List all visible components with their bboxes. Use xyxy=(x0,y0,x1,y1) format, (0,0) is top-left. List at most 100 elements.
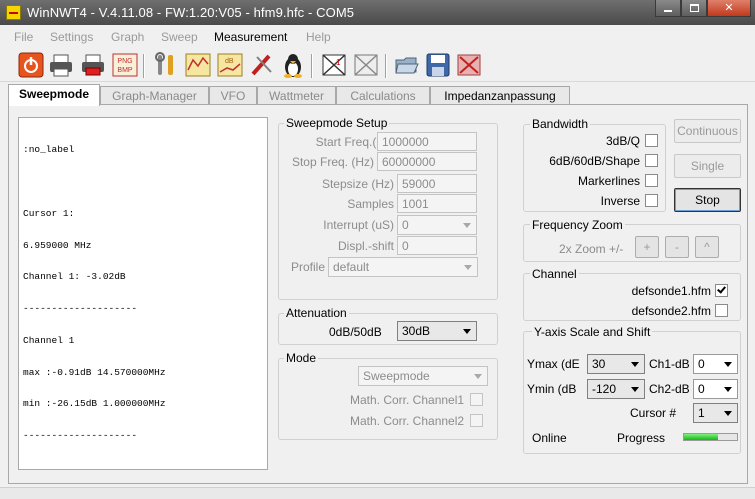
tab-graph-manager[interactable]: Graph-Manager xyxy=(100,86,209,105)
attenuation-select[interactable]: 30dB xyxy=(397,321,477,341)
menu-bar: File Settings Graph Sweep Measurement He… xyxy=(0,27,755,47)
zoom-reset-button[interactable]: ^ xyxy=(695,236,719,258)
interrupt-label: Interrupt (uS) xyxy=(323,218,394,232)
ymin-select[interactable]: -120 xyxy=(587,379,645,399)
close-icon: ✕ xyxy=(724,2,734,14)
tools-icon[interactable] xyxy=(153,52,179,78)
inverse-checkbox[interactable] xyxy=(645,194,658,207)
samples-field[interactable]: 1001 xyxy=(397,194,477,213)
toolbar-separator xyxy=(311,54,313,78)
output-line: Channel 1: -3.02dB xyxy=(23,271,126,283)
db-chart-icon[interactable]: dB xyxy=(217,52,243,78)
calibrate-probe-icon[interactable] xyxy=(353,52,379,78)
chevron-down-icon xyxy=(463,329,471,334)
calibrate-x1-icon[interactable]: 1 xyxy=(321,52,347,78)
linux-penguin-icon[interactable] xyxy=(280,52,306,78)
output-line: max :-0.91dB 14.570000MHz xyxy=(23,366,166,378)
png-bmp-export-icon[interactable]: PNG BMP xyxy=(112,52,138,78)
menu-graph[interactable]: Graph xyxy=(111,30,144,44)
displ-shift-label: Displ.-shift xyxy=(337,239,394,253)
close-button[interactable]: ✕ xyxy=(707,0,751,17)
delete-icon[interactable] xyxy=(456,52,482,78)
power-icon[interactable] xyxy=(18,52,44,78)
maximize-icon xyxy=(689,4,699,12)
save-disk-icon[interactable] xyxy=(425,52,451,78)
stepsize-field[interactable]: 59000 xyxy=(397,174,477,193)
menu-help[interactable]: Help xyxy=(306,30,331,44)
attenuation-label: 0dB/50dB xyxy=(329,325,382,339)
cursor-select[interactable]: 1 xyxy=(693,403,738,423)
chevron-down-icon xyxy=(724,362,732,367)
menu-file[interactable]: File xyxy=(14,30,33,44)
measurement-output[interactable]: :no_label Cursor 1: 6.959000 MHz Channel… xyxy=(18,117,268,470)
tab-calculations[interactable]: Calculations xyxy=(336,86,430,105)
window-title: WinNWT4 - V.4.11.08 - FW:1.20:V05 - hfm9… xyxy=(27,5,355,20)
printer-color-icon[interactable] xyxy=(80,52,106,78)
open-folder-icon[interactable] xyxy=(394,52,420,78)
svg-text:1: 1 xyxy=(336,58,341,67)
stop-freq-label: Stop Freq. (Hz) xyxy=(291,155,374,169)
chevron-down-icon xyxy=(463,223,471,228)
inverse-label: Inverse xyxy=(600,194,640,208)
printer-icon[interactable] xyxy=(48,52,74,78)
channel2-checkbox[interactable] xyxy=(715,304,728,317)
sweep-setup-title: Sweepmode Setup xyxy=(284,116,390,130)
title-bar: WinNWT4 - V.4.11.08 - FW:1.20:V05 - hfm9… xyxy=(0,0,755,25)
bandwidth-3db-checkbox[interactable] xyxy=(645,134,658,147)
zoom-out-button[interactable]: - xyxy=(665,236,689,258)
online-label: Online xyxy=(532,431,567,445)
interrupt-select[interactable]: 0 xyxy=(397,215,477,235)
tab-vfo[interactable]: VFO xyxy=(209,86,257,105)
progress-bar xyxy=(683,433,738,441)
single-button[interactable]: Single xyxy=(674,154,741,178)
tab-sweepmode[interactable]: Sweepmode xyxy=(8,84,100,106)
stop-freq-field[interactable]: 60000000 xyxy=(377,152,477,171)
math-corr-channel1-checkbox[interactable] xyxy=(470,393,483,406)
channel1-label: defsonde1.hfm xyxy=(631,284,711,298)
chevron-down-icon xyxy=(724,387,732,392)
zoom-label: 2x Zoom +/- xyxy=(559,242,624,256)
mode-select[interactable]: Sweepmode xyxy=(358,366,488,386)
frequency-zoom-title: Frequency Zoom xyxy=(530,218,625,232)
ch2-db-value: 0 xyxy=(698,382,705,396)
ymax-select[interactable]: 30 xyxy=(587,354,645,374)
math-corr-channel2-checkbox[interactable] xyxy=(470,414,483,427)
start-freq-field[interactable]: 1000000 xyxy=(377,132,477,151)
ch2-db-select[interactable]: 0 xyxy=(693,379,738,399)
samples-label: Samples xyxy=(347,197,394,211)
toolbar-separator xyxy=(143,54,145,78)
channel2-label: defsonde2.hfm xyxy=(631,304,711,318)
continuous-button[interactable]: Continuous xyxy=(674,119,741,143)
tab-impedanzanpassung[interactable]: Impedanzanpassung xyxy=(430,86,570,105)
interrupt-value: 0 xyxy=(402,218,409,232)
svg-text:dB: dB xyxy=(225,58,234,65)
zoom-in-button[interactable]: + xyxy=(635,236,659,258)
mode-title: Mode xyxy=(284,351,319,365)
probe-icon[interactable] xyxy=(249,52,275,78)
bandwidth-shape-checkbox[interactable] xyxy=(645,154,658,167)
maximize-button[interactable] xyxy=(681,0,707,17)
minimize-button[interactable] xyxy=(655,0,681,17)
cursor-value: 1 xyxy=(698,406,705,420)
displ-shift-field[interactable]: 0 xyxy=(397,236,477,255)
bandwidth-shape-label: 6dB/60dB/Shape xyxy=(549,154,640,168)
menu-settings[interactable]: Settings xyxy=(50,30,93,44)
profile-select[interactable]: default xyxy=(328,257,478,277)
chevron-down-icon xyxy=(631,387,639,392)
menu-sweep[interactable]: Sweep xyxy=(161,30,198,44)
app-icon xyxy=(6,5,21,20)
ymax-label: Ymax (dE xyxy=(527,357,580,371)
channel1-checkbox[interactable] xyxy=(715,284,728,297)
progress-label: Progress xyxy=(617,431,666,445)
ch1-db-select[interactable]: 0 xyxy=(693,354,738,374)
tab-bar: Sweepmode Graph-Manager VFO Wattmeter Ca… xyxy=(8,84,748,106)
tab-wattmeter[interactable]: Wattmeter xyxy=(257,86,336,105)
channel-title: Channel xyxy=(530,267,579,281)
menu-measurement[interactable]: Measurement xyxy=(214,30,287,44)
markerlines-checkbox[interactable] xyxy=(645,174,658,187)
output-line: Channel 1 xyxy=(23,334,75,346)
ymin-label: Ymin (dB xyxy=(527,382,577,396)
chart-icon[interactable] xyxy=(185,52,211,78)
stop-button[interactable]: Stop xyxy=(674,188,741,212)
